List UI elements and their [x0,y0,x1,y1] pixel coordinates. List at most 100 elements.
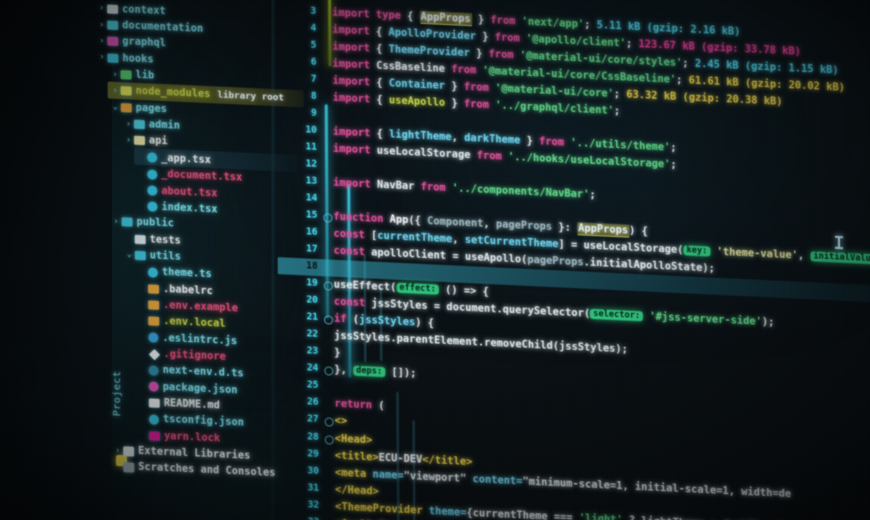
code-token: import [333,176,377,191]
line-number-22[interactable]: 22 [278,327,319,341]
chevron-right-icon[interactable]: › [123,119,134,130]
code-fold-marker-21[interactable] [324,315,334,326]
code-fold-marker-15[interactable] [323,213,333,223]
code-token: lightTheme [389,128,452,144]
line-number-15[interactable]: 15 [277,208,318,222]
file-icon-gitignore [148,348,161,360]
line-number-14[interactable]: 14 [277,191,318,205]
code-token: </title> [422,453,473,468]
code-line-32: <ThemeProvider theme={currentTheme === '… [335,500,791,520]
code-token: from [490,14,522,28]
line-number-29[interactable]: 29 [279,447,319,460]
line-number-6[interactable]: 6 [276,55,317,68]
line-number-31[interactable]: 31 [279,481,319,494]
line-number-27[interactable]: 27 [279,413,319,426]
code-token: import [332,6,376,21]
chevron-right-icon[interactable]: › [96,52,107,63]
line-number-19[interactable]: 19 [278,276,318,290]
scope-guide-import [327,0,332,67]
tree-item-label: .env.local [163,316,226,331]
line-number-10[interactable]: 10 [277,123,317,137]
tree-item-pages[interactable]: ⌄ pages [110,99,167,118]
code-fold-marker-24[interactable] [324,366,334,377]
chevron-right-icon[interactable]: › [112,445,123,456]
folder-icon-hooks [107,53,119,63]
line-number-13[interactable]: 13 [277,174,318,188]
code-token: Container [388,77,446,93]
code-line-30: <meta name="viewport" content="minimum-s… [335,466,791,500]
tree-item-utils[interactable]: ⌄ utils [124,247,181,266]
code-token: "minimum-scale=1, initial-scale=1, width… [522,475,792,500]
code-token: } [471,13,491,27]
chevron-right-icon[interactable]: › [110,69,121,80]
chevron-down-icon[interactable]: ⌄ [124,250,135,261]
line-number-18[interactable]: 18 [278,259,318,273]
chevron-right-icon[interactable]: › [111,216,122,227]
line-number-26[interactable]: 26 [279,396,319,409]
line-number-28[interactable]: 28 [279,430,319,443]
line-number-23[interactable]: 23 [278,345,319,358]
code-token: } [445,97,464,110]
code-token: ) { [415,316,435,330]
code-token: <title> [334,449,379,464]
code-token: document [446,301,497,316]
code-token: pageProps [527,254,584,269]
line-number-5[interactable]: 5 [276,38,317,51]
line-number-21[interactable]: 21 [278,310,318,324]
code-line-27: <> [335,415,348,428]
line-number-33[interactable]: 33 [279,515,320,520]
line-number-12[interactable]: 12 [277,157,318,171]
tree-item-label: .babelrc [162,283,213,297]
line-number-4[interactable]: 4 [276,21,316,34]
code-token: 63.32 kB (gzip: 20.38 kB) [620,88,783,108]
ide-screenshot: Project › context › documentation › graphql › h… [0,0,870,520]
tree-item-public[interactable]: › public [111,213,175,232]
line-number-25[interactable]: 25 [278,379,319,392]
code-token: CssBaseline [376,59,452,76]
code-token: theme= [428,504,467,519]
chevron-right-icon[interactable]: › [96,3,107,14]
line-number-11[interactable]: 11 [277,140,317,154]
code-fold-marker-28[interactable] [324,434,334,445]
code-fold-marker-19[interactable] [323,281,333,292]
code-token: content= [472,472,523,488]
chevron-right-icon[interactable]: › [123,135,134,146]
tree-item-label: Scratches and Consoles [138,462,276,480]
code-token: import [332,142,377,157]
chevron-right-icon[interactable]: › [110,86,121,97]
code-editor[interactable]: 3 import type { AppProps } from 'next/app… [276,0,870,520]
folder-icon-api [133,136,146,146]
line-number-8[interactable]: 8 [277,89,317,102]
file-icon-theme-ts [147,267,158,278]
file-icon-env-local [148,316,160,327]
line-number-30[interactable]: 30 [279,464,319,477]
chevron-down-icon[interactable]: ⌄ [110,102,121,113]
code-fold-marker-27[interactable] [324,417,334,428]
file-icon-next-env-d-ts [148,365,159,376]
line-number-9[interactable]: 9 [277,106,317,119]
line-number-3[interactable]: 3 [276,4,316,17]
line-number-7[interactable]: 7 [277,72,317,85]
inlay-hint: deps: [353,366,386,378]
code-token: </Head> [335,483,379,498]
chevron-right-icon[interactable]: › [96,36,107,47]
code-token: useApollo [388,94,446,110]
file-icon-env-example [148,300,160,310]
tree-item-label: documentation [122,20,204,35]
tree-item-hooks[interactable]: › hooks [96,49,153,68]
line-number-17[interactable]: 17 [278,242,318,256]
line-number-16[interactable]: 16 [277,225,318,239]
tree-item-scratches-and-consoles[interactable]: Scratches and Consoles [112,459,275,483]
line-number-24[interactable]: 24 [278,362,319,375]
tree-item-label: utils [149,250,182,263]
inlay-hint: selector: [590,309,644,322]
code-token: import [332,74,377,89]
line-number-20[interactable]: 20 [278,293,318,307]
chevron-right-icon[interactable]: › [96,20,107,31]
code-token: <Head> [334,432,373,447]
line-number-32[interactable]: 32 [279,498,320,511]
code-token: '@material-ui/core/styles' [519,49,683,70]
code-token: setCurrentTheme [464,234,559,251]
tree-item-label: .gitignore [163,349,226,363]
code-token: useLocalStorage [376,144,477,162]
